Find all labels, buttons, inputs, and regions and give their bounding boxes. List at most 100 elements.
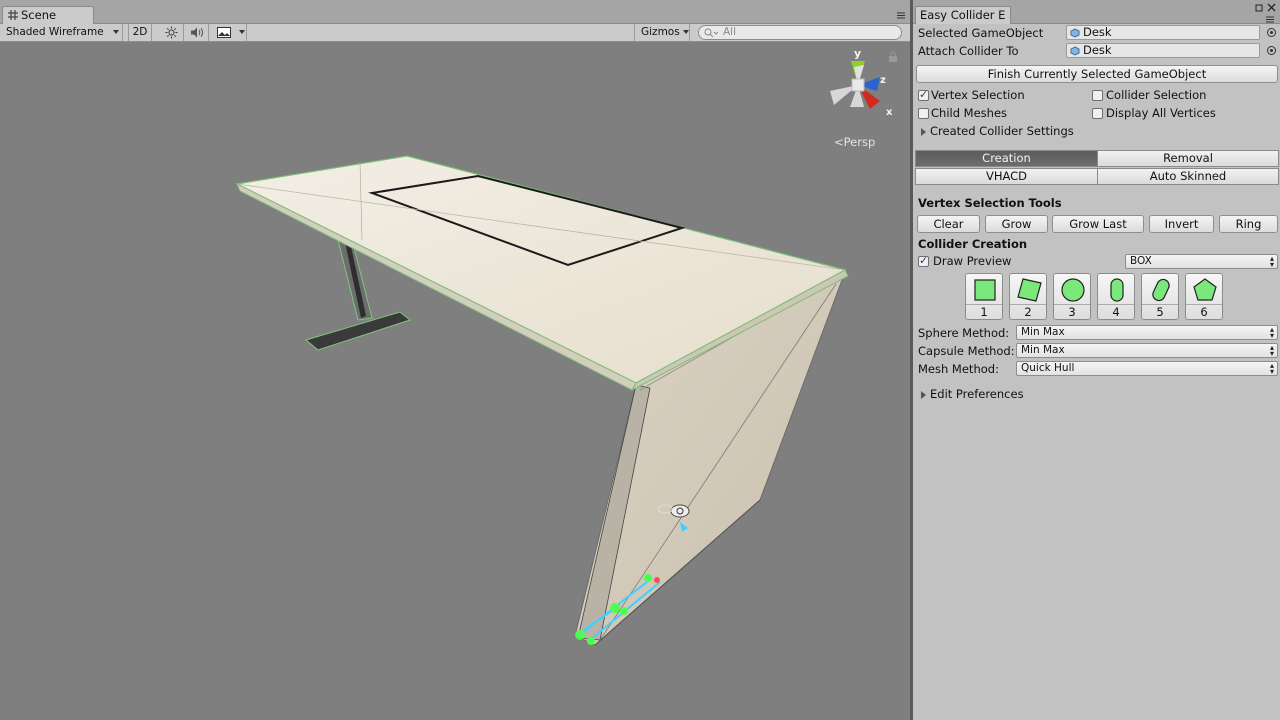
persp-icon: <	[834, 135, 844, 149]
rotated-box-collider-icon	[1017, 278, 1042, 302]
edit-preferences-foldout[interactable]: Edit Preferences	[930, 387, 1024, 401]
foldout-arrow-icon[interactable]	[921, 391, 926, 399]
finish-gameobject-button[interactable]: Finish Currently Selected GameObject	[916, 65, 1278, 83]
gizmo-y-label: y	[854, 47, 861, 60]
effects-dropdown[interactable]	[210, 24, 247, 41]
dropdown-arrows-icon: ▴ ▾	[1269, 254, 1274, 269]
shape-number: 5	[1142, 304, 1178, 319]
easy-collider-panel: Easy Collider E Selected GameObject Desk…	[913, 0, 1280, 720]
tab-auto-skinned[interactable]: Auto Skinned	[1097, 168, 1279, 185]
rotated-capsule-collider-button[interactable]: 5	[1141, 273, 1179, 320]
scene-search-input[interactable]: All	[698, 25, 902, 40]
gizmos-dropdown[interactable]: Gizmos	[634, 24, 690, 41]
object-picker-icon[interactable]	[1267, 46, 1276, 55]
collider-selection-checkbox[interactable]	[1092, 90, 1103, 101]
shape-number: 4	[1098, 304, 1134, 319]
grid-icon	[8, 10, 18, 20]
draw-preview-checkbox[interactable]	[918, 254, 929, 267]
created-collider-settings-foldout[interactable]: Created Collider Settings	[930, 124, 1074, 138]
selected-gameobject-value: Desk	[1083, 25, 1112, 39]
collider-creation-header: Collider Creation	[918, 237, 1028, 251]
scene-viewport[interactable]: y z x <Persp	[0, 43, 910, 720]
display-all-vertices-checkbox[interactable]	[1092, 108, 1103, 119]
display-all-vertices-label: Display All Vertices	[1106, 106, 1216, 120]
close-icon[interactable]	[1267, 3, 1276, 12]
box-collider-button[interactable]: 1	[965, 273, 1003, 320]
selected-gameobject-label: Selected GameObject	[918, 26, 1044, 40]
lighting-toggle-button[interactable]	[160, 24, 184, 41]
gizmo-z-label: z	[880, 75, 886, 86]
unity-editor: Scene Shaded Wireframe 2D Gizmos All y z…	[0, 0, 1280, 720]
gizmos-label: Gizmos	[641, 26, 680, 38]
child-meshes-label: Child Meshes	[931, 106, 1008, 120]
panel-tab-bar: Easy Collider E	[913, 0, 1280, 24]
rotated-capsule-collider-icon	[1152, 278, 1170, 302]
scene-tab[interactable]: Scene	[2, 6, 94, 24]
easy-collider-tab[interactable]: Easy Collider E	[915, 6, 1011, 24]
tab-removal[interactable]: Removal	[1097, 150, 1279, 167]
sphere-method-value: Min Max	[1021, 326, 1065, 338]
sun-icon	[165, 26, 178, 39]
shading-mode-dropdown[interactable]: Shaded Wireframe	[0, 24, 123, 41]
projection-label: Persp	[843, 135, 876, 149]
chevron-down-icon	[239, 30, 245, 34]
clear-button[interactable]: Clear	[917, 215, 980, 233]
attach-collider-field[interactable]: Desk	[1066, 43, 1260, 58]
shape-number: 3	[1054, 304, 1090, 319]
speaker-icon	[191, 27, 203, 38]
collider-selection-label: Collider Selection	[1106, 88, 1207, 102]
lock-icon[interactable]	[888, 51, 898, 63]
shape-number: 1	[966, 304, 1002, 319]
vertex-tools-header: Vertex Selection Tools	[918, 196, 1062, 210]
panel-menu-icon[interactable]	[1263, 14, 1275, 24]
dropdown-arrows-icon: ▴ ▾	[1269, 361, 1274, 376]
vertex-selection-label: Vertex Selection	[931, 88, 1025, 102]
grow-last-button[interactable]: Grow Last	[1052, 215, 1144, 233]
chevron-down-icon	[683, 30, 689, 34]
box-collider-icon	[974, 279, 996, 301]
scene-tab-label: Scene	[21, 8, 57, 22]
tab-vhacd[interactable]: VHACD	[915, 168, 1098, 185]
mesh-method-dropdown[interactable]: Quick Hull ▴ ▾	[1016, 361, 1278, 376]
gameobject-cube-icon	[1070, 46, 1080, 56]
shape-number: 6	[1186, 304, 1222, 319]
maximize-icon[interactable]	[1255, 4, 1264, 12]
capsule-method-dropdown[interactable]: Min Max ▴ ▾	[1016, 343, 1278, 358]
scene-toolbar: Shaded Wireframe 2D Gizmos All	[0, 24, 910, 42]
audio-toggle-button[interactable]	[185, 24, 209, 41]
vertex-selection-checkbox[interactable]	[918, 88, 929, 101]
sphere-collider-button[interactable]: 3	[1053, 273, 1091, 320]
dropdown-arrows-icon: ▴ ▾	[1269, 325, 1274, 340]
tab-creation[interactable]: Creation	[915, 150, 1098, 167]
rotated-box-collider-button[interactable]: 2	[1009, 273, 1047, 320]
object-picker-icon[interactable]	[1267, 28, 1276, 37]
projection-toggle[interactable]: <Persp	[834, 135, 875, 149]
2d-toggle-button[interactable]: 2D	[128, 24, 152, 41]
tab-menu-icon[interactable]	[894, 10, 906, 20]
scene-window: Scene Shaded Wireframe 2D Gizmos All y z…	[0, 0, 910, 720]
invert-button[interactable]: Invert	[1149, 215, 1214, 233]
preview-shape-value: BOX	[1130, 255, 1152, 267]
sphere-method-dropdown[interactable]: Min Max ▴ ▾	[1016, 325, 1278, 340]
gameobject-cube-icon	[1070, 28, 1080, 38]
draw-preview-label: Draw Preview	[933, 254, 1012, 268]
scene-tab-bar: Scene	[0, 0, 910, 24]
selected-gameobject-field[interactable]: Desk	[1066, 25, 1260, 40]
desk-model[interactable]	[0, 43, 910, 720]
capsule-collider-icon	[1110, 278, 1124, 302]
capsule-method-value: Min Max	[1021, 344, 1065, 356]
easy-collider-tab-label: Easy Collider E	[920, 8, 1006, 22]
sphere-method-label: Sphere Method:	[918, 326, 1010, 340]
attach-collider-label: Attach Collider To	[918, 44, 1019, 58]
convex-mesh-collider-icon	[1193, 278, 1217, 301]
child-meshes-checkbox[interactable]	[918, 108, 929, 119]
dropdown-arrows-icon: ▴ ▾	[1269, 343, 1274, 358]
convex-mesh-collider-button[interactable]: 6	[1185, 273, 1223, 320]
grow-button[interactable]: Grow	[985, 215, 1048, 233]
search-placeholder: All	[723, 26, 737, 38]
foldout-arrow-icon[interactable]	[921, 128, 926, 136]
capsule-collider-button[interactable]: 4	[1097, 273, 1135, 320]
preview-shape-dropdown[interactable]: BOX ▴ ▾	[1125, 254, 1278, 269]
ring-button[interactable]: Ring	[1219, 215, 1278, 233]
capsule-method-label: Capsule Method:	[918, 344, 1015, 358]
